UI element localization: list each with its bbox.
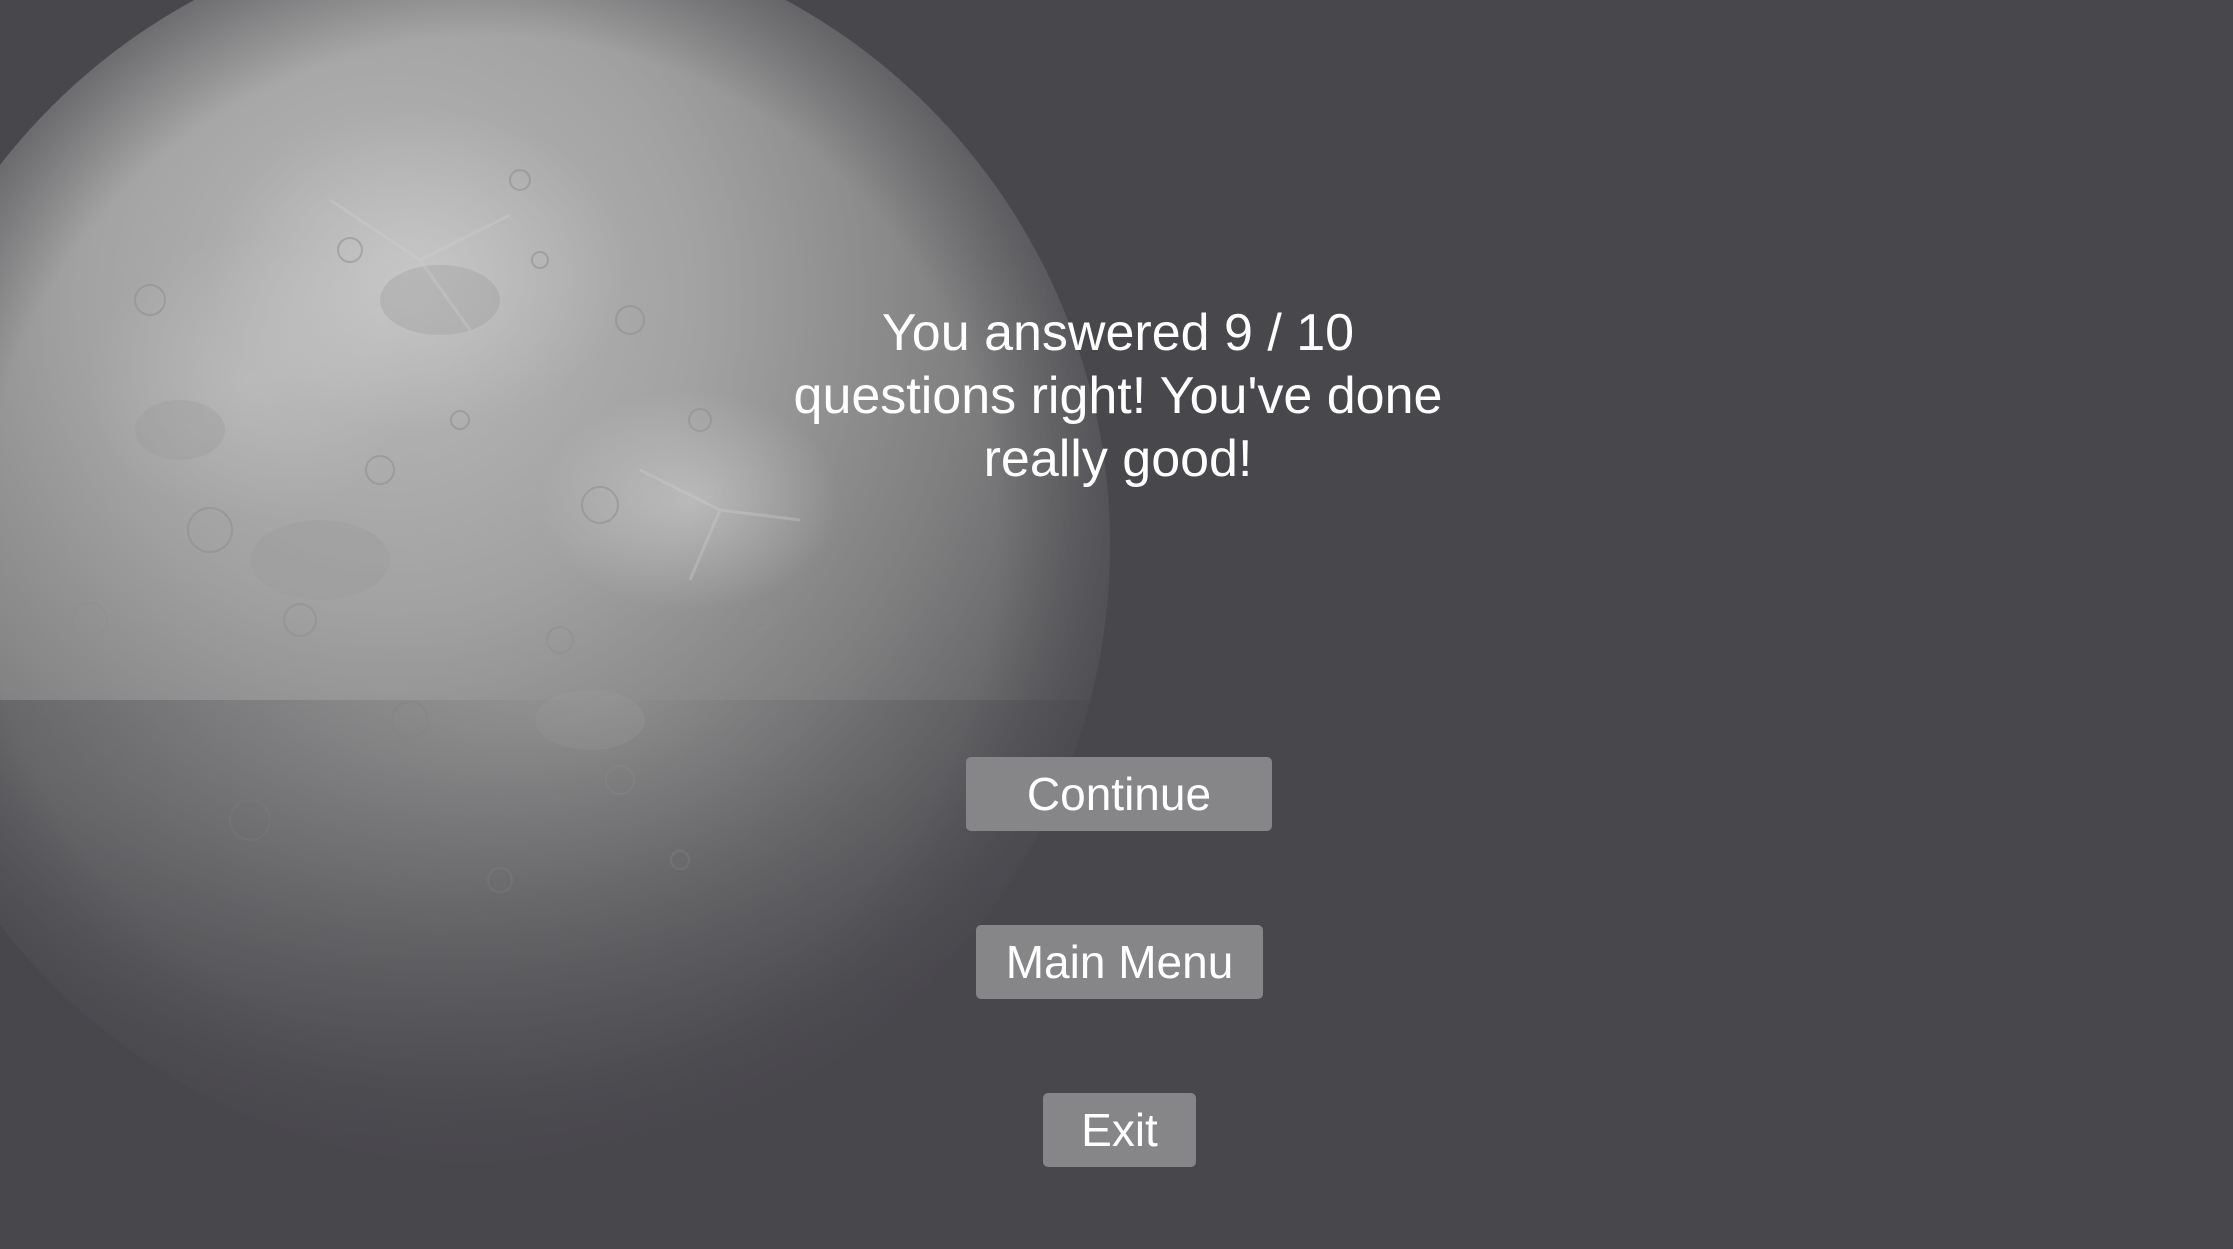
continue-button[interactable]: Continue [966, 757, 1272, 831]
exit-button[interactable]: Exit [1043, 1093, 1196, 1167]
main-menu-button[interactable]: Main Menu [976, 925, 1263, 999]
quiz-result-screen: You answered 9 / 10 questions right! You… [0, 0, 2233, 1249]
moon-sphere [0, 0, 1200, 1249]
planet-background [0, 0, 1200, 1249]
result-message: You answered 9 / 10 questions right! You… [793, 304, 1443, 488]
